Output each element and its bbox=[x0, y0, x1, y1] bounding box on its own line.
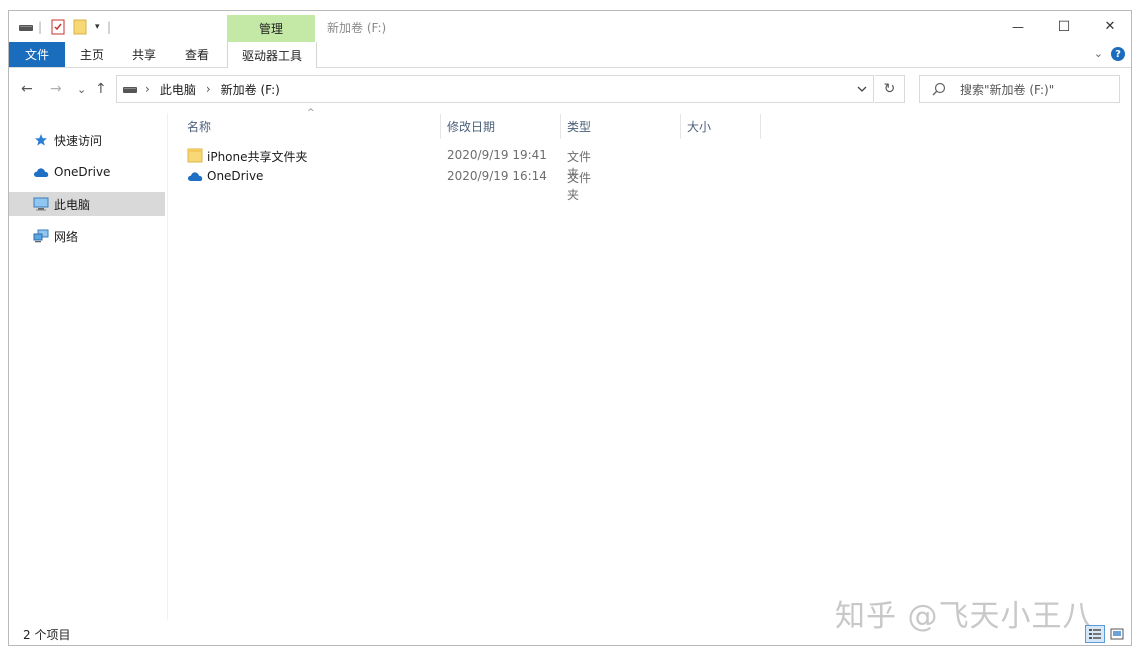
address-dropdown-icon[interactable] bbox=[849, 75, 875, 103]
help-icon[interactable]: ? bbox=[1111, 47, 1125, 61]
tab-drive-tools[interactable]: 驱动器工具 bbox=[227, 42, 317, 68]
network-icon bbox=[33, 228, 49, 244]
refresh-icon: ↻ bbox=[883, 81, 896, 97]
column-header-size[interactable]: 大小 bbox=[687, 114, 757, 139]
details-view-icon bbox=[1088, 628, 1102, 640]
large-icons-view-button[interactable] bbox=[1107, 625, 1127, 643]
customize-qa-chevron-icon[interactable]: ▾ bbox=[95, 18, 100, 36]
explorer-window: | ▾ | 管理 新加卷 (F:) — ☐ ✕ 文件 主页 共享 查看 驱动器工… bbox=[8, 10, 1132, 646]
search-box[interactable]: 搜索"新加卷 (F:)" bbox=[919, 75, 1120, 103]
nav-item-this-pc[interactable]: 此电脑 bbox=[9, 192, 165, 216]
file-type: 文件夹 bbox=[567, 171, 592, 202]
nav-item-quick-access[interactable]: 快速访问 bbox=[9, 128, 165, 152]
tab-file[interactable]: 文件 bbox=[9, 42, 65, 67]
file-row[interactable]: iPhone共享文件夹 2020/9/19 19:41 文件夹 bbox=[179, 145, 599, 181]
maximize-icon: ☐ bbox=[1057, 18, 1071, 35]
details-view-button[interactable] bbox=[1085, 625, 1105, 643]
breadcrumb-this-pc[interactable]: 此电脑 bbox=[160, 81, 196, 98]
cloud-icon bbox=[33, 164, 49, 180]
nav-item-network[interactable]: 网络 bbox=[9, 224, 165, 248]
column-divider[interactable] bbox=[560, 114, 561, 139]
status-bar: 2 个项目 bbox=[9, 621, 1131, 645]
pane-splitter[interactable] bbox=[167, 113, 168, 620]
refresh-button[interactable]: ↻ bbox=[875, 75, 905, 103]
close-button[interactable]: ✕ bbox=[1087, 11, 1131, 42]
window-title: 新加卷 (F:) bbox=[327, 21, 387, 35]
breadcrumb-separator[interactable]: › bbox=[145, 82, 150, 96]
column-header-name[interactable]: 名称 bbox=[187, 114, 437, 139]
properties-icon[interactable] bbox=[51, 18, 65, 36]
column-divider[interactable] bbox=[680, 114, 681, 139]
column-header-date[interactable]: 修改日期 bbox=[447, 114, 557, 139]
folder-icon bbox=[187, 147, 203, 163]
nav-label: 快速访问 bbox=[54, 133, 103, 148]
star-icon bbox=[33, 132, 49, 148]
ribbon-expand-icon[interactable]: ⌄ bbox=[1094, 47, 1103, 60]
close-icon: ✕ bbox=[1104, 19, 1116, 34]
file-name: iPhone共享文件夹 bbox=[207, 150, 308, 164]
ribbon-tabs: 文件 主页 共享 查看 驱动器工具 bbox=[9, 42, 1131, 68]
item-count: 2 个项目 bbox=[23, 628, 71, 642]
column-divider[interactable] bbox=[760, 114, 761, 139]
forward-button[interactable]: → bbox=[50, 81, 62, 97]
nav-label: 网络 bbox=[54, 229, 79, 244]
address-bar[interactable]: › 此电脑 › 新加卷 (F:) bbox=[116, 75, 874, 103]
qa-separator: | bbox=[38, 20, 43, 34]
breadcrumb-volume[interactable]: 新加卷 (F:) bbox=[221, 81, 280, 98]
title-bar: | ▾ | 管理 新加卷 (F:) — ☐ ✕ bbox=[9, 11, 1131, 42]
breadcrumb-separator[interactable]: › bbox=[206, 82, 211, 96]
large-icons-view-icon bbox=[1110, 628, 1124, 640]
recent-locations-button[interactable]: ⌄ bbox=[77, 83, 86, 96]
new-folder-icon[interactable] bbox=[73, 18, 87, 36]
qa-separator-2: | bbox=[107, 20, 112, 34]
file-modified: 2020/9/19 16:14 bbox=[447, 169, 547, 183]
nav-item-onedrive[interactable]: OneDrive bbox=[9, 160, 165, 184]
tab-home[interactable]: 主页 bbox=[67, 42, 117, 67]
minimize-icon: — bbox=[1012, 19, 1024, 34]
onedrive-icon bbox=[187, 168, 203, 184]
tab-view[interactable]: 查看 bbox=[172, 42, 222, 67]
file-modified: 2020/9/19 19:41 bbox=[447, 148, 547, 162]
drive-icon bbox=[19, 18, 33, 36]
navigation-pane: 快速访问 OneDrive 此电脑 网络 bbox=[9, 113, 167, 620]
search-icon bbox=[932, 82, 946, 96]
up-button[interactable]: ↑ bbox=[95, 81, 107, 97]
back-button[interactable]: ← bbox=[21, 81, 33, 97]
drive-icon bbox=[123, 84, 137, 94]
tab-share[interactable]: 共享 bbox=[119, 42, 169, 67]
computer-icon bbox=[33, 196, 49, 212]
contextual-tab-manage: 管理 bbox=[227, 15, 315, 42]
minimize-button[interactable]: — bbox=[995, 11, 1041, 42]
search-placeholder: 搜索"新加卷 (F:)" bbox=[960, 82, 1055, 97]
nav-label: 此电脑 bbox=[54, 197, 91, 212]
nav-label: OneDrive bbox=[54, 165, 111, 179]
column-header-type[interactable]: 类型 bbox=[567, 114, 677, 139]
maximize-button[interactable]: ☐ bbox=[1041, 11, 1087, 42]
file-row[interactable]: OneDrive 2020/9/19 16:14 文件夹 bbox=[179, 166, 599, 202]
file-name: OneDrive bbox=[207, 169, 264, 183]
column-divider[interactable] bbox=[440, 114, 441, 139]
